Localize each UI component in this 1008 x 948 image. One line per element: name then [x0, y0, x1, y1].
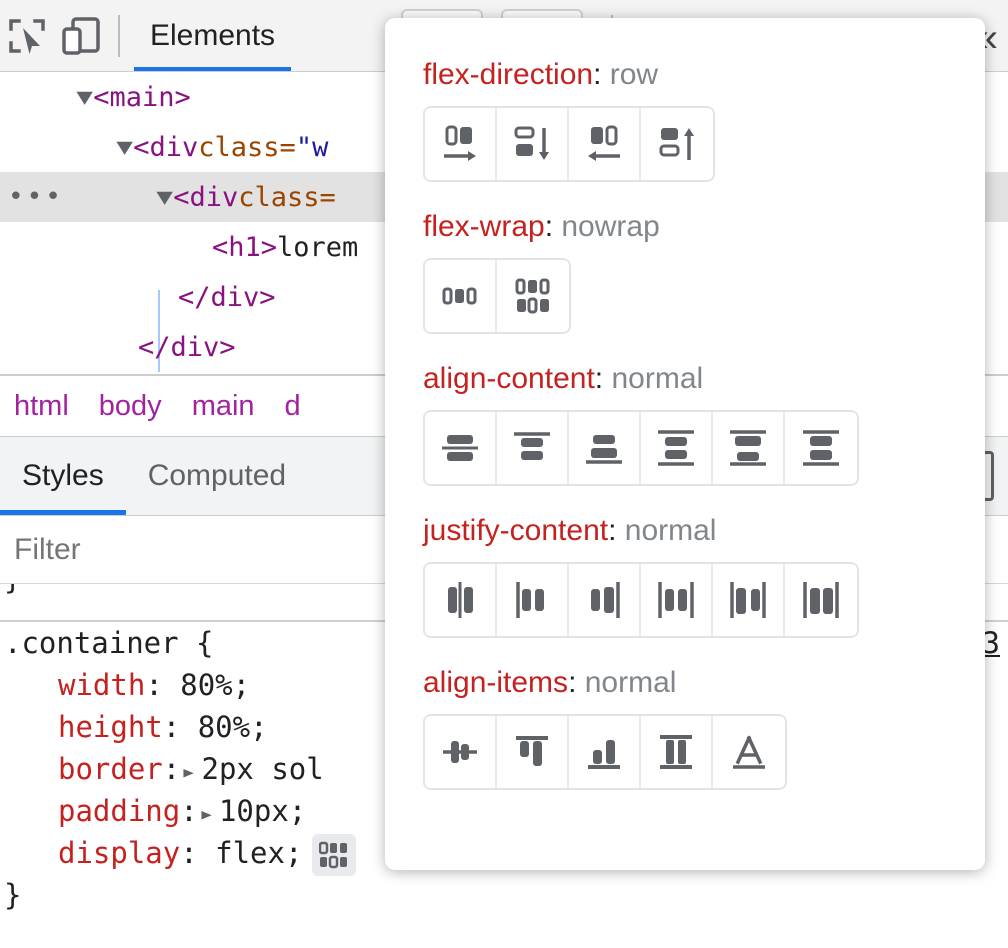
dom-text-h1: lorem	[277, 232, 358, 263]
justify-content-space-around-icon[interactable]	[713, 564, 785, 636]
tab-elements[interactable]: Elements	[134, 1, 291, 71]
justify-content-value: normal	[625, 514, 717, 547]
declaration-property[interactable]: height	[58, 710, 163, 744]
dom-row-menu-dots[interactable]: •••	[8, 184, 64, 210]
align-items-baseline-icon[interactable]	[713, 716, 785, 788]
device-toolbar-icon[interactable]	[54, 10, 108, 62]
rule-selector-text: .container {	[4, 626, 214, 660]
justify-content-section: justify-content: normal	[423, 514, 985, 638]
justify-content-label: justify-content: normal	[423, 514, 985, 548]
align-content-space-between-icon[interactable]	[641, 412, 713, 484]
dom-tag-div-close: </div>	[178, 282, 276, 313]
justify-content-options	[423, 562, 859, 638]
breadcrumb-item-html[interactable]: html	[14, 390, 69, 423]
align-items-property: align-items	[423, 666, 568, 699]
align-content-property: align-content	[423, 362, 595, 395]
align-content-stretch-icon[interactable]	[785, 412, 857, 484]
dom-attr-value: "w	[296, 132, 329, 163]
flex-direction-section: flex-direction: row	[423, 58, 985, 182]
justify-content-end-icon[interactable]	[569, 564, 641, 636]
declaration-property[interactable]: border	[58, 752, 163, 786]
align-content-label: align-content: normal	[423, 362, 985, 396]
declaration-value[interactable]: 10px;	[219, 794, 306, 828]
dom-attr-class: class=	[238, 182, 336, 213]
inspect-cursor-icon[interactable]	[0, 10, 54, 62]
justify-content-property: justify-content	[423, 514, 608, 547]
align-content-end-icon[interactable]	[569, 412, 641, 484]
flex-direction-property: flex-direction	[423, 58, 593, 91]
dom-tag-main: <main>	[93, 82, 191, 113]
disclosure-triangle-icon[interactable]: ▼	[116, 135, 133, 160]
justify-content-space-evenly-icon[interactable]	[785, 564, 857, 636]
breadcrumb-item-body[interactable]: body	[99, 390, 162, 423]
declaration-property[interactable]: display	[58, 836, 180, 870]
flex-badge-icon[interactable]	[312, 834, 356, 876]
align-items-stretch-icon[interactable]	[641, 716, 713, 788]
declaration-value[interactable]: 2px sol	[201, 752, 323, 786]
declaration-property[interactable]: width	[58, 668, 145, 702]
align-items-start-icon[interactable]	[497, 716, 569, 788]
tab-computed-label: Computed	[148, 459, 286, 493]
align-items-section: align-items: normal	[423, 666, 985, 790]
flex-direction-value: row	[610, 58, 658, 91]
declaration-value[interactable]: 80%;	[198, 710, 268, 744]
dom-attr-class: class=	[198, 132, 296, 163]
flex-wrap-value: nowrap	[561, 210, 659, 243]
align-content-start-icon[interactable]	[497, 412, 569, 484]
declaration-value[interactable]: flex;	[215, 836, 302, 870]
flex-direction-row-icon[interactable]	[425, 108, 497, 180]
align-items-options	[423, 714, 787, 790]
flex-wrap-options	[423, 258, 571, 334]
flex-wrap-section: flex-wrap: nowrap	[423, 210, 985, 334]
tab-styles-label: Styles	[22, 459, 104, 493]
align-content-options	[423, 410, 859, 486]
flex-wrap-label: flex-wrap: nowrap	[423, 210, 985, 244]
breadcrumb-item-main[interactable]: main	[192, 390, 255, 423]
justify-content-start-icon[interactable]	[497, 564, 569, 636]
declaration-value[interactable]: 80%;	[180, 668, 250, 702]
align-content-section: align-content: normal	[423, 362, 985, 486]
dom-tag-div: <div	[133, 132, 198, 163]
align-content-value: normal	[611, 362, 703, 395]
flexbox-editor-popup: flex-direction: row	[385, 18, 985, 870]
tab-styles[interactable]: Styles	[0, 437, 126, 515]
flex-direction-label: flex-direction: row	[423, 58, 985, 92]
tab-computed[interactable]: Computed	[126, 437, 308, 515]
flex-wrap-property: flex-wrap	[423, 210, 545, 243]
expand-triangle-icon[interactable]: ▸	[198, 794, 214, 836]
align-items-center-icon[interactable]	[425, 716, 497, 788]
disclosure-triangle-icon[interactable]: ▼	[156, 185, 173, 210]
align-content-space-around-icon[interactable]	[713, 412, 785, 484]
justify-content-center-icon[interactable]	[425, 564, 497, 636]
flex-direction-column-icon[interactable]	[497, 108, 569, 180]
dom-tag-div: <div	[173, 182, 238, 213]
flex-direction-column-reverse-icon[interactable]	[641, 108, 713, 180]
flex-direction-options	[423, 106, 715, 182]
rule-close-brace-text: }	[4, 878, 21, 912]
align-content-center-icon[interactable]	[425, 412, 497, 484]
dom-tag-h1: <h1>	[212, 232, 277, 263]
toolbar-divider	[118, 15, 120, 57]
declaration-property[interactable]: padding	[58, 794, 180, 828]
rule-close-brace: }	[0, 874, 1008, 916]
breadcrumb-item-div[interactable]: d	[285, 390, 301, 423]
align-items-label: align-items: normal	[423, 666, 985, 700]
align-items-value: normal	[585, 666, 677, 699]
align-items-end-icon[interactable]	[569, 716, 641, 788]
justify-content-space-between-icon[interactable]	[641, 564, 713, 636]
disclosure-triangle-icon[interactable]: ▼	[76, 85, 93, 110]
tab-elements-label: Elements	[150, 19, 275, 53]
expand-triangle-icon[interactable]: ▸	[181, 752, 197, 794]
devtools-window: Elements « ▼ <main> ▼ <div class="w	[0, 0, 1008, 948]
flex-wrap-wrap-icon[interactable]	[497, 260, 569, 332]
flex-direction-row-reverse-icon[interactable]	[569, 108, 641, 180]
dom-tag-div-close: </div>	[138, 332, 236, 363]
flex-wrap-nowrap-icon[interactable]	[425, 260, 497, 332]
